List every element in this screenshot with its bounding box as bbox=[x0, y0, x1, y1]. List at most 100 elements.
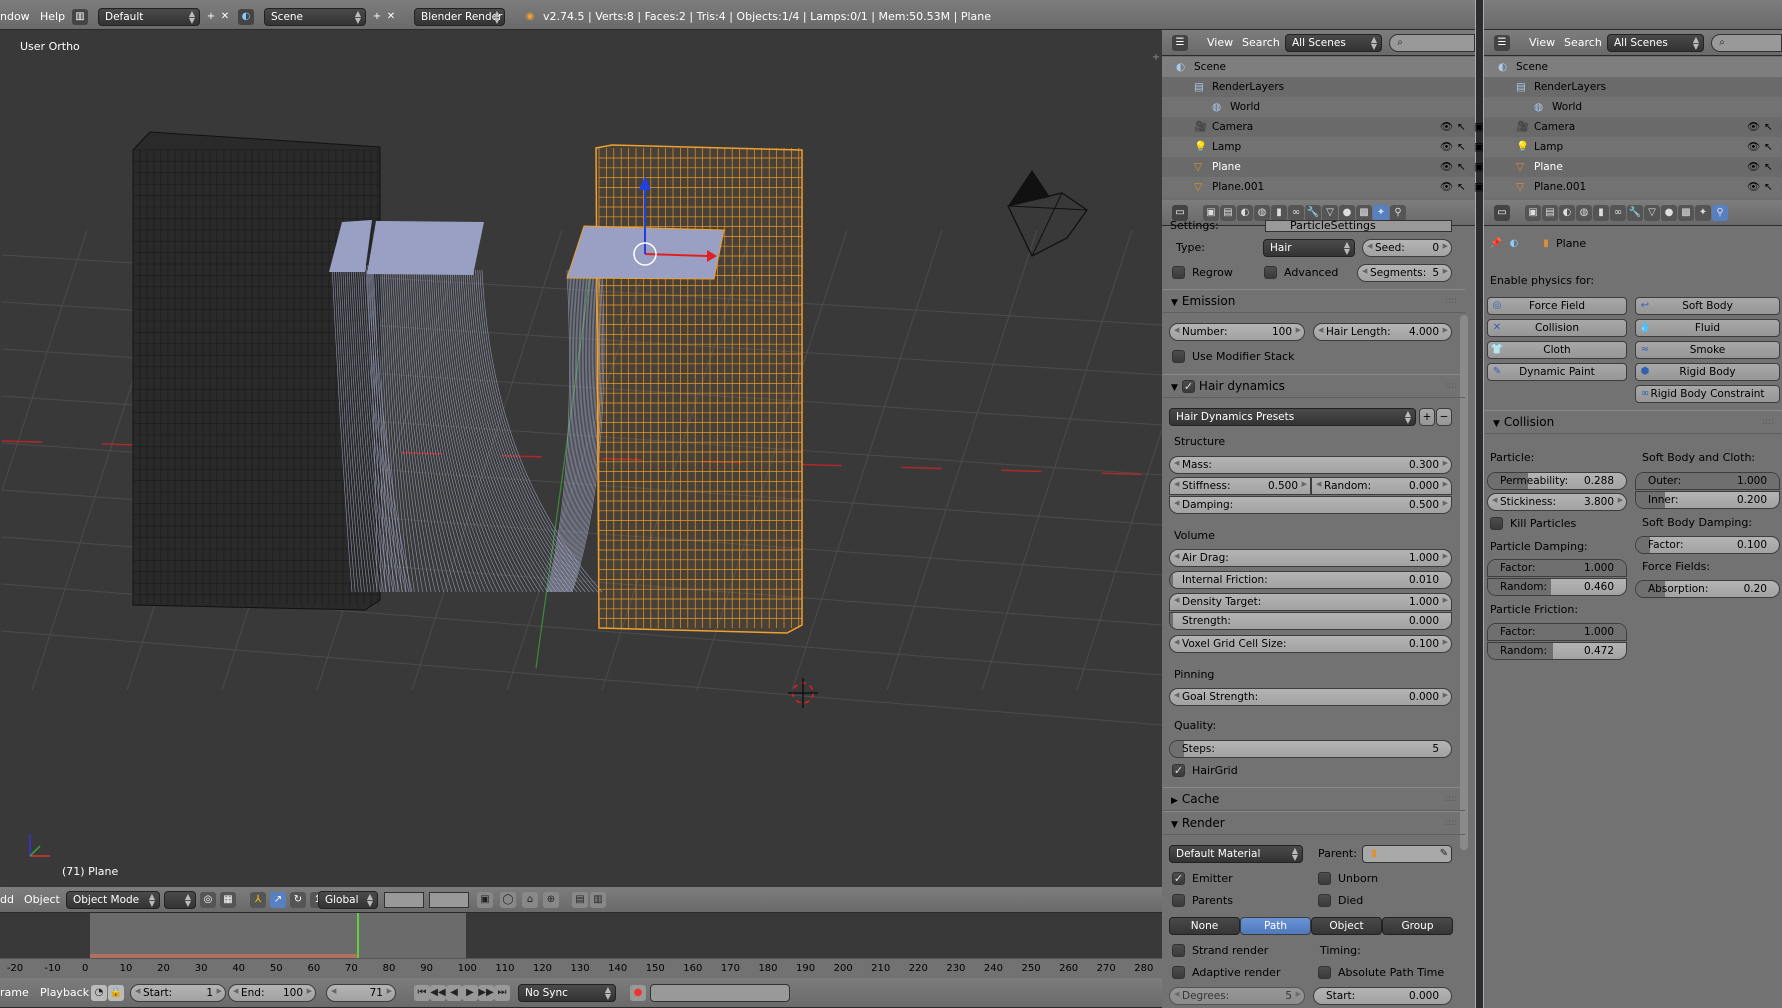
menu-add[interactable]: dd bbox=[0, 893, 14, 907]
scene-dropdown[interactable]: Scene ▲ ▼ bbox=[264, 8, 366, 26]
selectable-cursor-icon[interactable]: ↖ bbox=[1764, 157, 1773, 177]
increment-arrow[interactable]: ▶ bbox=[1443, 459, 1448, 467]
hair-dynamics-presets-dropdown[interactable]: Hair Dynamics Presets ▲ ▼ bbox=[1169, 408, 1416, 426]
decrement-arrow[interactable]: ◀ bbox=[1174, 459, 1179, 467]
strand-render-checkbox[interactable] bbox=[1172, 944, 1185, 957]
force-field-icon[interactable]: ◎ bbox=[1489, 298, 1505, 314]
scene-layers-1[interactable] bbox=[384, 892, 424, 908]
outliner-item-label[interactable]: Scene bbox=[1194, 57, 1226, 77]
translate-manipulator-icon[interactable]: ↗ bbox=[270, 892, 286, 908]
hairgrid-checkbox[interactable]: ✓ bbox=[1172, 764, 1185, 777]
voxel-grid-cell-size-field[interactable]: ◀ ▶ Voxel Grid Cell Size: 0.100 bbox=[1169, 635, 1452, 653]
increment-arrow[interactable]: ▶ bbox=[1443, 242, 1448, 250]
outliner-row[interactable]: ▽ Plane 👁↖ ▣ bbox=[1162, 157, 1484, 177]
render-animation-icon[interactable]: ▥ bbox=[590, 892, 606, 908]
rigid-body-constraint-icon[interactable]: ∞ bbox=[1637, 386, 1653, 402]
outliner-row[interactable]: ▽ Plane.001 👁↖ ▣ bbox=[1162, 177, 1484, 197]
lock-range-icon[interactable]: 🔒 bbox=[108, 985, 124, 1001]
increment-arrow[interactable]: ▶ bbox=[1443, 638, 1448, 646]
particle-friction-random-slider[interactable]: Random: 0.472 bbox=[1487, 642, 1627, 660]
physics-tab-icon[interactable]: ⚲ bbox=[1390, 205, 1406, 221]
force-field-button[interactable]: Force Field bbox=[1487, 297, 1627, 315]
outliner-item-label[interactable]: RenderLayers bbox=[1534, 77, 1606, 97]
outliner-item-selected[interactable]: Plane bbox=[1212, 157, 1241, 177]
decrement-arrow[interactable]: ◀ bbox=[1174, 326, 1179, 334]
decrement-arrow[interactable]: ◀ bbox=[135, 987, 140, 995]
hair-dynamics-panel-header-toggle-icon[interactable]: ▼ bbox=[1171, 383, 1178, 393]
renderable-camera-icon[interactable]: ▣ bbox=[1474, 117, 1484, 137]
outliner-row[interactable]: ◐ Scene bbox=[1162, 57, 1475, 77]
permeability-slider[interactable]: Permeability: 0.288 bbox=[1487, 472, 1627, 490]
outliner-editor-type-icon[interactable]: ☰ bbox=[1494, 35, 1510, 51]
selectable-cursor-icon[interactable]: ↖ bbox=[1457, 117, 1466, 137]
soft-body-icon[interactable]: ↩ bbox=[1637, 298, 1653, 314]
start-frame-field[interactable]: ◀ ▶ Start: 1 bbox=[130, 984, 226, 1002]
sync-mode-dropdown[interactable]: No Sync ▲ ▼ bbox=[518, 984, 616, 1002]
jump-end-icon[interactable]: ⏭ bbox=[494, 985, 510, 1001]
particle-damping-random-slider[interactable]: Random: 0.460 bbox=[1487, 578, 1627, 596]
outliner-row[interactable]: ▤ RenderLayers bbox=[1484, 77, 1782, 97]
degrees-field[interactable]: ◀ ▶ Degrees: 5 bbox=[1169, 987, 1305, 1005]
selectable-cursor-icon[interactable]: ↖ bbox=[1764, 117, 1773, 137]
collision-icon[interactable]: ✕ bbox=[1489, 320, 1505, 336]
increment-arrow[interactable]: ▶ bbox=[1618, 496, 1623, 504]
object-mode-dropdown[interactable]: Object Mode ▲ ▼ bbox=[66, 891, 160, 909]
display-mode-dropdown[interactable]: All Scenes ▲ ▼ bbox=[1285, 34, 1382, 52]
use-modifier-stack-checkbox[interactable] bbox=[1172, 350, 1185, 363]
proportional-edit-icon[interactable]: ◯ bbox=[500, 892, 516, 908]
visibility-eye-icon[interactable]: 👁 bbox=[1747, 177, 1760, 197]
smoke-icon[interactable]: ≈ bbox=[1637, 342, 1653, 358]
increment-arrow[interactable]: ▶ bbox=[1443, 326, 1448, 334]
object-icon[interactable]: ▮ bbox=[1538, 236, 1554, 252]
outliner-item-label[interactable]: Lamp bbox=[1212, 137, 1241, 157]
render-mode-path[interactable]: Path bbox=[1240, 917, 1311, 935]
decrement-arrow[interactable]: ◀ bbox=[1174, 638, 1179, 646]
play-icon[interactable]: ▶ bbox=[462, 985, 478, 1001]
outer-slider[interactable]: Outer: 1.000 bbox=[1635, 472, 1780, 490]
cloth-button[interactable]: Cloth bbox=[1487, 341, 1627, 359]
blender-logo-icon[interactable]: ◉ bbox=[522, 9, 538, 25]
outliner-item-selected[interactable]: Plane bbox=[1534, 157, 1563, 177]
material-tab-icon[interactable]: ● bbox=[1661, 205, 1677, 221]
fluid-icon[interactable]: 💧 bbox=[1637, 320, 1653, 336]
particles-tab-icon[interactable]: ✦ bbox=[1695, 205, 1711, 221]
segments-field[interactable]: ◀ ▶ Segments: 5 bbox=[1357, 264, 1452, 282]
decrement-arrow[interactable]: ◀ bbox=[1318, 326, 1323, 334]
selectable-cursor-icon[interactable]: ↖ bbox=[1764, 137, 1773, 157]
selectable-cursor-icon[interactable]: ↖ bbox=[1457, 157, 1466, 177]
increment-arrow[interactable]: ▶ bbox=[1443, 267, 1448, 275]
drag-handle-icon[interactable]: :::: bbox=[1445, 812, 1457, 834]
visibility-eye-icon[interactable]: 👁 bbox=[1440, 117, 1453, 137]
pin-icon[interactable]: 📌 bbox=[1488, 236, 1504, 252]
rigid-body-constraint-button[interactable]: Rigid Body Constraint bbox=[1635, 385, 1780, 403]
increment-arrow[interactable]: ▶ bbox=[387, 987, 392, 995]
render-mode-group[interactable]: Group bbox=[1382, 917, 1453, 935]
rigid-body-button[interactable]: Rigid Body bbox=[1635, 363, 1780, 381]
render-panel-header-toggle-icon[interactable]: ▼ bbox=[1171, 820, 1178, 830]
advanced-checkbox[interactable] bbox=[1264, 266, 1277, 279]
increment-arrow[interactable]: ▶ bbox=[1443, 480, 1448, 488]
transform-orientation-dropdown[interactable]: Global ▲ ▼ bbox=[318, 891, 378, 909]
increment-arrow[interactable]: ▶ bbox=[1296, 326, 1301, 334]
renderable-camera-icon[interactable]: ▣ bbox=[1474, 157, 1484, 177]
jump-start-icon[interactable]: ⏮ bbox=[414, 985, 430, 1001]
modifiers-tab-icon[interactable]: 🔧 bbox=[1627, 205, 1643, 221]
screen-layout-icon[interactable]: ▥ bbox=[72, 9, 88, 25]
strength-slider[interactable]: Strength: 0.000 bbox=[1169, 612, 1452, 630]
start-field[interactable]: Start: 0.000 bbox=[1313, 987, 1452, 1005]
cache-panel-header[interactable]: ▶ Cache:::: bbox=[1163, 787, 1465, 811]
drag-handle-icon[interactable]: :::: bbox=[1445, 375, 1457, 397]
increment-arrow[interactable]: ▶ bbox=[1302, 480, 1307, 488]
increment-arrow[interactable]: ▶ bbox=[1443, 499, 1448, 507]
absolute-path-time-checkbox[interactable] bbox=[1318, 966, 1331, 979]
physics-tab-icon[interactable]: ⚲ bbox=[1712, 205, 1728, 221]
particle-damping-factor-slider[interactable]: Factor: 1.000 bbox=[1487, 559, 1627, 577]
goal-strength-field[interactable]: ◀ ▶ Goal Strength: 0.000 bbox=[1169, 688, 1452, 706]
keyframe-autokey-icon[interactable]: ◔ bbox=[91, 985, 107, 1001]
mass-field[interactable]: ◀ ▶ Mass: 0.300 bbox=[1169, 456, 1452, 474]
menu-playback[interactable]: Playback bbox=[40, 986, 89, 1000]
increment-arrow[interactable]: ▶ bbox=[217, 987, 222, 995]
absorption-slider[interactable]: Absorption: 0.20 bbox=[1635, 580, 1780, 598]
outliner-item-label[interactable]: Camera bbox=[1212, 117, 1253, 137]
world-tab-icon[interactable]: ◍ bbox=[1254, 205, 1270, 221]
